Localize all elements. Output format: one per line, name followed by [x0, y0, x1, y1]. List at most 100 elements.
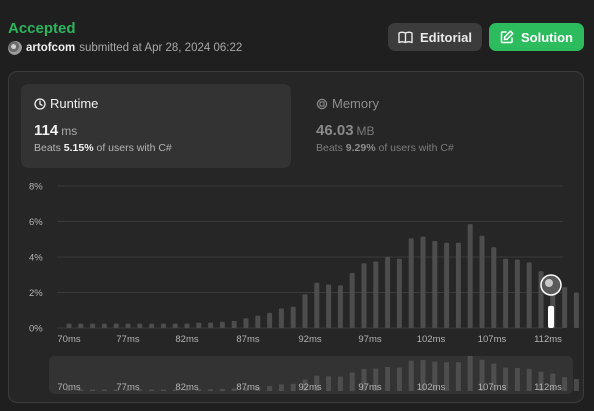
histogram-bar [208, 322, 214, 328]
histogram-bar [302, 294, 308, 328]
solution-button[interactable]: Solution [489, 23, 584, 51]
histogram-bar [526, 262, 532, 328]
overview-bar [290, 383, 296, 391]
histogram-bar [479, 235, 485, 328]
histogram-bar [373, 261, 379, 328]
y-tick-label: 0% [29, 324, 43, 335]
x-tick-label: 77ms [116, 334, 139, 345]
histogram-bar [432, 241, 438, 328]
overview-tick-label: 97ms [358, 382, 381, 393]
overview-bar [408, 360, 414, 391]
edit-icon [500, 30, 514, 44]
x-tick-label: 82ms [175, 334, 198, 345]
overview-tick-label: 77ms [116, 382, 139, 393]
histogram-bar [326, 284, 332, 328]
y-tick-label: 6% [29, 217, 43, 228]
histogram-bar [255, 315, 261, 328]
overview-bar [160, 389, 166, 391]
overview-bar [385, 367, 391, 391]
x-tick-label: 107ms [478, 334, 507, 345]
histogram-bar [66, 323, 72, 328]
overview-bar [326, 376, 332, 391]
overview-bar [526, 368, 532, 391]
histogram-bar [78, 323, 84, 328]
histogram-bar [113, 323, 119, 328]
overview-bar [455, 362, 461, 391]
y-tick-label: 2% [29, 288, 43, 299]
histogram-bar [149, 323, 155, 328]
overview-tick-label: 92ms [298, 382, 321, 393]
histogram-bar [196, 322, 202, 328]
histogram-bar [408, 238, 414, 328]
overview-tick-label: 70ms [57, 382, 80, 393]
x-tick-label: 112ms [534, 334, 562, 345]
y-tick-label: 8% [29, 182, 43, 193]
overview-tick-label: 82ms [175, 382, 198, 393]
histogram-bar [337, 285, 343, 328]
overview-tick-label: 112ms [534, 382, 562, 393]
overview-bar [337, 376, 343, 391]
x-tick-label: 87ms [236, 334, 259, 345]
histogram-bar [420, 236, 426, 328]
histogram-bar [137, 323, 143, 328]
histogram-bar [90, 323, 96, 328]
overview-bar [101, 389, 107, 391]
x-tick-label: 97ms [358, 334, 381, 345]
overview-bar [208, 389, 214, 391]
submitted-date: submitted at Apr 28, 2024 06:22 [79, 42, 243, 54]
overview-bar [149, 389, 155, 391]
avatar-marker-detail [545, 279, 553, 287]
overview-bar [349, 372, 355, 391]
username-link[interactable]: artofcom [26, 42, 75, 54]
histogram-bar [125, 323, 131, 328]
x-tick-label: 92ms [298, 334, 321, 345]
overview-bar [514, 367, 520, 391]
histogram-bar [503, 258, 509, 328]
x-tick-label: 102ms [417, 334, 446, 345]
solution-label: Solution [521, 29, 573, 45]
histogram-bar [573, 292, 579, 328]
avatar[interactable] [8, 41, 22, 55]
book-icon [398, 31, 413, 43]
histogram-bar [290, 306, 296, 328]
result-panel: Runtime 114 ms Beats 5.15% of users with … [8, 71, 584, 403]
status-title: Accepted [8, 20, 76, 37]
histogram-bar [385, 257, 391, 328]
histogram-bar [514, 259, 520, 328]
overview-bar [90, 389, 96, 391]
overview-bar [467, 355, 473, 391]
x-tick-label: 70ms [57, 334, 80, 345]
histogram-bar [243, 318, 249, 328]
histogram-bar [396, 258, 402, 328]
histogram-bar [444, 242, 450, 328]
overview-bar [219, 388, 225, 391]
histogram-bar [219, 321, 225, 328]
histogram-bar [491, 247, 497, 328]
overview-tick-label: 102ms [417, 382, 446, 393]
histogram-bar [467, 224, 473, 328]
histogram-bar [101, 323, 107, 328]
histogram-bar [361, 263, 367, 328]
histogram-bar [172, 323, 178, 328]
overview-bar [267, 385, 273, 391]
overview-tick-label: 87ms [236, 382, 259, 393]
histogram-bar [455, 242, 461, 328]
editorial-button[interactable]: Editorial [388, 23, 482, 51]
histogram-bar [160, 323, 166, 328]
editorial-label: Editorial [419, 29, 472, 45]
highlight-bar [548, 305, 554, 328]
y-tick-label: 4% [29, 253, 43, 264]
histogram-bar [349, 272, 355, 328]
histogram-bar [267, 312, 273, 328]
overview-bar [396, 367, 402, 391]
runtime-distribution-chart[interactable]: 8% 6% 4% 2% 0% 70ms 77ms 82ms 87ms 92ms 97ms 102ms 1… [9, 72, 585, 404]
histogram-bar [562, 287, 568, 328]
histogram-bar [314, 282, 320, 328]
submission-info: artofcom submitted at Apr 28, 2024 06:22 [8, 41, 242, 55]
histogram-bar [184, 323, 190, 328]
histogram-bar [231, 320, 237, 328]
histogram-bar [278, 308, 284, 328]
overview-bar [573, 379, 579, 391]
overview-tick-label: 107ms [478, 382, 507, 393]
overview-bar [278, 384, 284, 391]
